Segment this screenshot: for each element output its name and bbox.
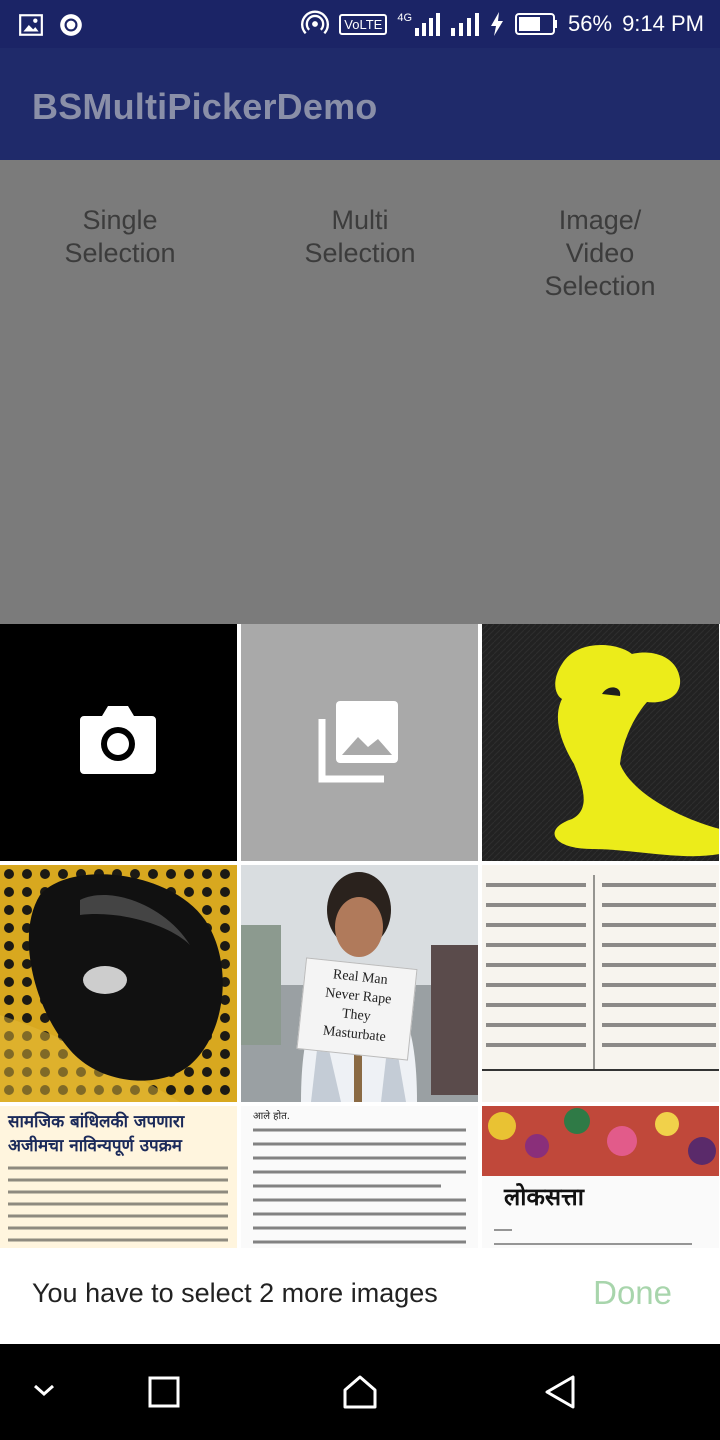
protest-sign: Real Man Never Rape They Masturbate [296,957,418,1061]
mouse-image [0,865,237,1102]
done-button[interactable]: Done [593,1274,672,1312]
image-video-selection-button[interactable]: Image/ Video Selection [480,204,720,303]
camera-tile[interactable] [0,624,237,861]
photo-newspaper-article[interactable]: सामजिक बांधिलकी जपणारा अजीमचा नाविन्यपूर… [0,1106,237,1248]
network-type: 4G [397,12,441,36]
flowers-banner [482,1106,719,1176]
picker-sheet: Real Man Never Rape They Masturbate सामज… [0,624,720,1344]
navigation-bar [0,1344,720,1440]
photo-newspaper-text[interactable]: आले होत. [241,1106,478,1248]
record-icon [60,14,82,36]
volte-badge: VoLTE [339,13,388,35]
gallery-tile[interactable] [241,624,478,861]
newspaper-columns-image [482,865,719,1102]
image-icon [19,14,43,36]
camera-icon [80,706,156,774]
signal-icon-2 [451,13,480,36]
photo-loksatta[interactable]: लोकसत्ता [482,1106,719,1248]
charging-icon [491,12,504,36]
single-selection-button[interactable]: Single Selection [0,204,240,270]
battery-percent: 56% [568,11,613,36]
signal-icon [415,13,441,36]
photo-mouse[interactable] [0,865,237,1102]
back-icon[interactable] [543,1374,577,1410]
photo-yellow-figure[interactable] [482,624,719,861]
app-title: BSMultiPickerDemo [32,86,378,127]
selection-hint: You have to select 2 more images [32,1278,438,1308]
home-icon[interactable] [342,1374,378,1410]
newspaper-headline: सामजिक बांधिलकी जपणारा अजीमचा नाविन्यपूर… [8,1112,185,1156]
app-bar: BSMultiPickerDemo [0,48,720,160]
article-lead: आले होत. [253,1111,290,1122]
multi-selection-button[interactable]: Multi Selection [240,204,480,270]
selection-footer: You have to select 2 more images Done [0,1248,720,1344]
status-left-icons [18,12,84,38]
gallery-icon [318,701,398,783]
image-grid: Real Man Never Rape They Masturbate सामज… [0,624,720,1248]
status-bar: VoLTE 4G 56% 9:14 PM [0,0,720,48]
photo-newspaper-columns[interactable] [482,865,719,1102]
photo-protest-sign[interactable]: Real Man Never Rape They Masturbate [241,865,478,1102]
square-icon[interactable] [148,1376,180,1408]
article-text-lines [8,1166,228,1242]
status-right: VoLTE 4G 56% 9:14 PM [301,10,704,38]
yellow-figure-image [482,624,719,861]
battery-icon [515,13,558,35]
chevron-down-icon[interactable] [30,1380,58,1400]
clock: 9:14 PM [622,11,704,36]
masthead-lines [494,1229,692,1245]
loksatta-masthead: लोकसत्ता [504,1183,584,1211]
hotspot-icon [301,10,330,35]
main-content: Single Selection Multi Selection Image/ … [0,160,720,624]
article-text-block [253,1128,466,1244]
